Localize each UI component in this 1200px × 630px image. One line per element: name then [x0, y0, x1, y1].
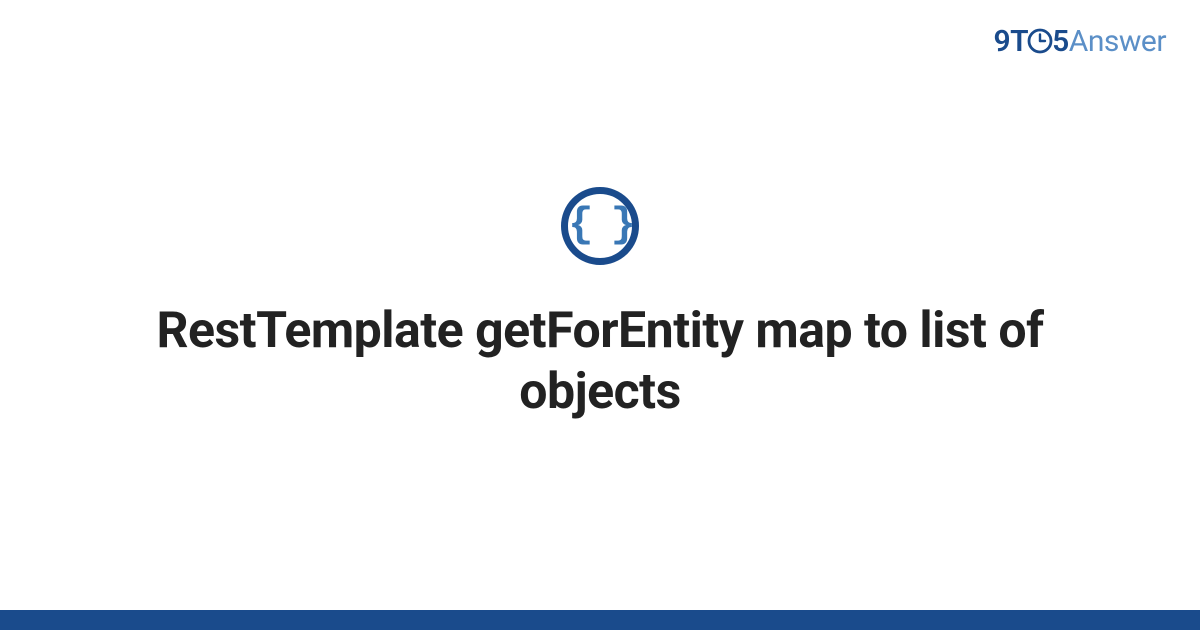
code-braces-icon: { }	[561, 187, 639, 265]
icon-glyph: { }	[568, 201, 632, 249]
content-wrapper: { } RestTemplate getForEntity map to lis…	[0, 0, 1200, 610]
page-title: RestTemplate getForEntity map to list of…	[100, 301, 1100, 423]
bottom-accent-bar	[0, 610, 1200, 630]
